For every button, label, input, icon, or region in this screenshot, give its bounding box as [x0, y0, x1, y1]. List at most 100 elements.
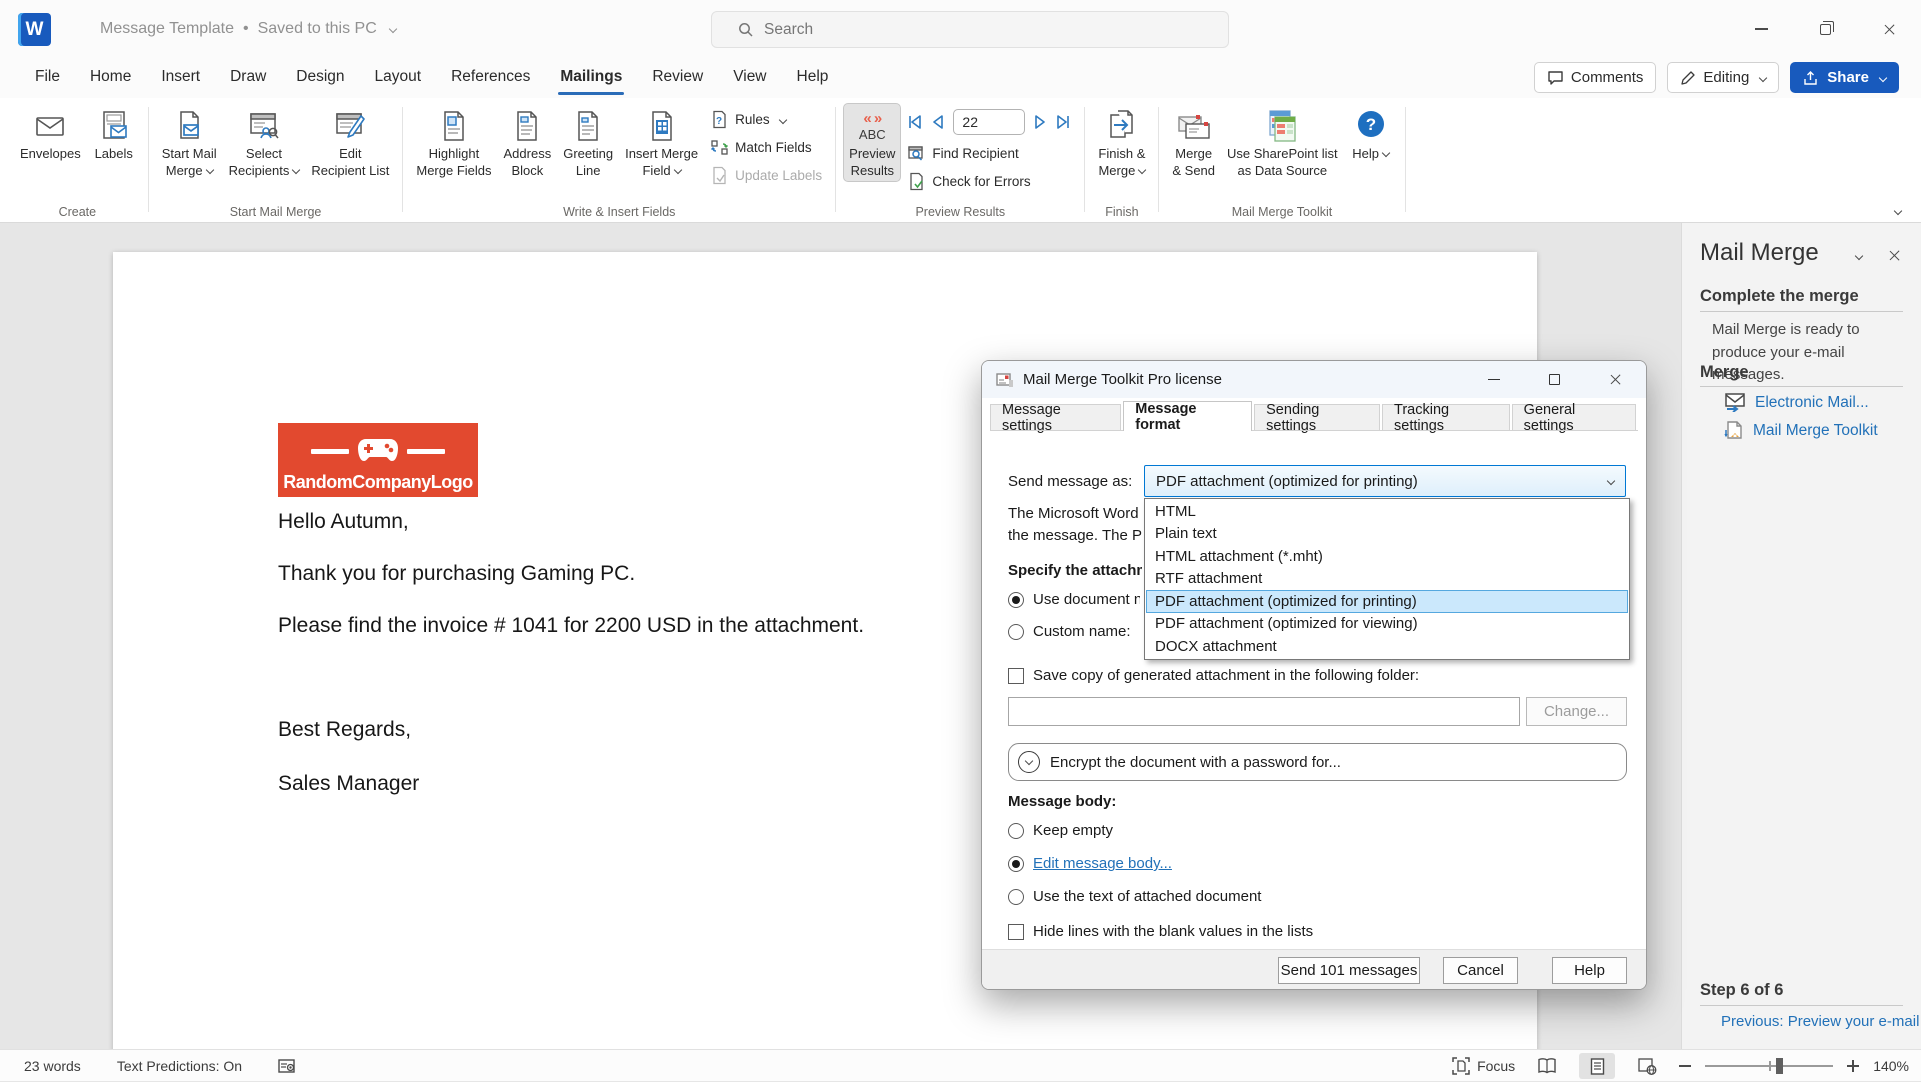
read-mode-button[interactable] — [1529, 1053, 1565, 1079]
keep-empty-radio[interactable]: Keep empty — [1008, 822, 1113, 839]
zoom-level[interactable]: 140% — [1873, 1058, 1909, 1074]
sharepoint-list-button[interactable]: Use SharePoint list as Data Source — [1221, 103, 1344, 182]
word-count[interactable]: 23 words — [24, 1058, 81, 1074]
minimize-button[interactable] — [1729, 0, 1793, 58]
electronic-mail-link[interactable]: Electronic Mail... — [1724, 393, 1869, 412]
task-pane-menu-icon[interactable] — [1855, 251, 1863, 259]
insert-merge-field-button[interactable]: Insert Merge Field — [619, 103, 704, 182]
envelopes-button[interactable]: Envelopes — [14, 103, 87, 166]
finish-merge-button[interactable]: Finish & Merge — [1092, 103, 1151, 182]
mail-merge-toolkit-link[interactable]: Mail Merge Toolkit — [1724, 421, 1878, 441]
dialog-close-button[interactable] — [1585, 361, 1646, 398]
use-document-name-radio[interactable]: Use document n — [1008, 591, 1140, 608]
greeting-line-button[interactable]: Greeting Line — [557, 103, 619, 182]
close-button[interactable] — [1857, 0, 1921, 58]
first-record-icon[interactable] — [907, 114, 923, 130]
send-messages-button[interactable]: Send 101 messages — [1278, 957, 1420, 984]
share-button[interactable]: Share — [1790, 62, 1899, 93]
tab-sending-settings[interactable]: Sending settings — [1254, 404, 1380, 431]
tab-general-settings[interactable]: General settings — [1512, 404, 1636, 431]
option-rtf-attachment[interactable]: RTF attachment — [1146, 568, 1628, 591]
option-docx-attachment[interactable]: DOCX attachment — [1146, 635, 1628, 658]
option-pdf-viewing[interactable]: PDF attachment (optimized for viewing) — [1146, 613, 1628, 636]
match-fields-button[interactable]: Match Fields — [704, 136, 828, 159]
dialog-help-button[interactable]: Help — [1552, 957, 1627, 984]
comments-button[interactable]: Comments — [1534, 62, 1657, 93]
document-title[interactable]: Message Template • Saved to this PC — [100, 0, 396, 58]
window-controls — [1729, 0, 1921, 58]
search-input[interactable]: Search — [711, 11, 1229, 48]
merge-and-send-button[interactable]: Merge & Send — [1166, 103, 1221, 182]
help-button[interactable]: ? Help — [1344, 103, 1398, 166]
folder-path-field[interactable] — [1008, 697, 1520, 726]
find-recipient-button[interactable]: Find Recipient — [901, 142, 1077, 165]
rules-button[interactable]: ? Rules — [704, 108, 828, 131]
cancel-button[interactable]: Cancel — [1443, 957, 1518, 984]
tab-insert[interactable]: Insert — [146, 58, 215, 98]
tab-references[interactable]: References — [436, 58, 545, 98]
preview-results-button[interactable]: « » ABC Preview Results — [843, 103, 901, 182]
hide-blank-lines-checkbox[interactable]: Hide lines with the blank values in the … — [1008, 923, 1313, 940]
editing-button[interactable]: Editing — [1667, 62, 1779, 93]
select-recipients-button[interactable]: Select Recipients — [223, 103, 306, 182]
custom-name-radio[interactable]: Custom name: — [1008, 623, 1131, 640]
tab-view[interactable]: View — [718, 58, 781, 98]
tab-tracking-settings[interactable]: Tracking settings — [1382, 404, 1510, 431]
tab-home[interactable]: Home — [75, 58, 146, 98]
next-record-icon[interactable] — [1032, 114, 1048, 130]
tab-message-format[interactable]: Message format — [1123, 401, 1252, 431]
option-pdf-printing[interactable]: PDF attachment (optimized for printing) — [1146, 590, 1628, 613]
address-block-button[interactable]: Address Block — [498, 103, 558, 182]
edit-message-body-radio[interactable]: Edit message body... — [1008, 855, 1172, 872]
tab-message-settings[interactable]: Message settings — [990, 404, 1121, 431]
zoom-in-icon[interactable] — [1847, 1060, 1859, 1072]
zoom-slider-thumb[interactable] — [1776, 1058, 1783, 1074]
focus-mode-button[interactable]: Focus — [1452, 1057, 1515, 1075]
company-logo[interactable]: RandomCompanyLogo — [278, 423, 478, 497]
web-layout-button[interactable] — [1629, 1053, 1665, 1079]
labels-button[interactable]: Labels — [87, 103, 141, 166]
update-labels-button[interactable]: Update Labels — [704, 164, 828, 187]
dialog-minimize-button[interactable] — [1463, 361, 1524, 398]
option-html-attachment[interactable]: HTML attachment (*.mht) — [1146, 545, 1628, 568]
word-app-icon[interactable]: W — [18, 13, 51, 46]
task-pane-close-icon[interactable] — [1888, 249, 1901, 262]
previous-step-link[interactable]: Previous: Preview your e-mail m — [1712, 1013, 1921, 1030]
previous-record-icon[interactable] — [930, 114, 946, 130]
sharepoint-list-icon — [1262, 106, 1302, 146]
send-message-as-select[interactable]: PDF attachment (optimized for printing) — [1144, 465, 1626, 497]
highlight-merge-fields-button[interactable]: Highlight Merge Fields — [410, 103, 497, 182]
tab-layout[interactable]: Layout — [360, 58, 437, 98]
tab-design[interactable]: Design — [281, 58, 359, 98]
record-number-input[interactable] — [953, 109, 1025, 135]
zoom-slider[interactable] — [1705, 1065, 1833, 1067]
encrypt-expander[interactable]: Encrypt the document with a password for… — [1008, 743, 1627, 781]
send-message-as-dropdown: HTML Plain text HTML attachment (*.mht) … — [1144, 498, 1630, 660]
print-layout-button[interactable] — [1579, 1053, 1615, 1079]
last-record-icon[interactable] — [1055, 114, 1071, 130]
group-label-start-mail-merge: Start Mail Merge — [152, 205, 400, 219]
accessibility-checker-icon[interactable] — [278, 1058, 297, 1075]
chevron-down-icon[interactable] — [389, 25, 397, 33]
save-copy-checkbox[interactable]: Save copy of generated attachment in the… — [1008, 667, 1419, 684]
option-plain-text[interactable]: Plain text — [1146, 523, 1628, 546]
edit-message-body-link[interactable]: Edit message body... — [1033, 855, 1172, 872]
restore-button[interactable] — [1793, 0, 1857, 58]
ribbon-group-start-mail-merge: Start Mail Merge Select Recipients Edit … — [152, 101, 400, 222]
edit-recipient-list-button[interactable]: Edit Recipient List — [305, 103, 395, 182]
insert-merge-field-label: Insert Merge Field — [625, 146, 698, 178]
option-html[interactable]: HTML — [1146, 500, 1628, 523]
use-attached-text-radio[interactable]: Use the text of attached document — [1008, 888, 1261, 905]
text-predictions[interactable]: Text Predictions: On — [117, 1058, 242, 1074]
collapse-ribbon-icon[interactable] — [1894, 207, 1902, 215]
dialog-maximize-button[interactable] — [1524, 361, 1585, 398]
tab-file[interactable]: File — [20, 58, 75, 98]
start-mail-merge-button[interactable]: Start Mail Merge — [156, 103, 223, 182]
zoom-out-icon[interactable] — [1679, 1065, 1691, 1067]
tab-review[interactable]: Review — [637, 58, 718, 98]
tab-draw[interactable]: Draw — [215, 58, 281, 98]
tab-help[interactable]: Help — [782, 58, 844, 98]
tab-mailings[interactable]: Mailings — [545, 58, 637, 98]
change-folder-button[interactable]: Change... — [1526, 697, 1627, 726]
check-for-errors-button[interactable]: Check for Errors — [901, 170, 1077, 193]
